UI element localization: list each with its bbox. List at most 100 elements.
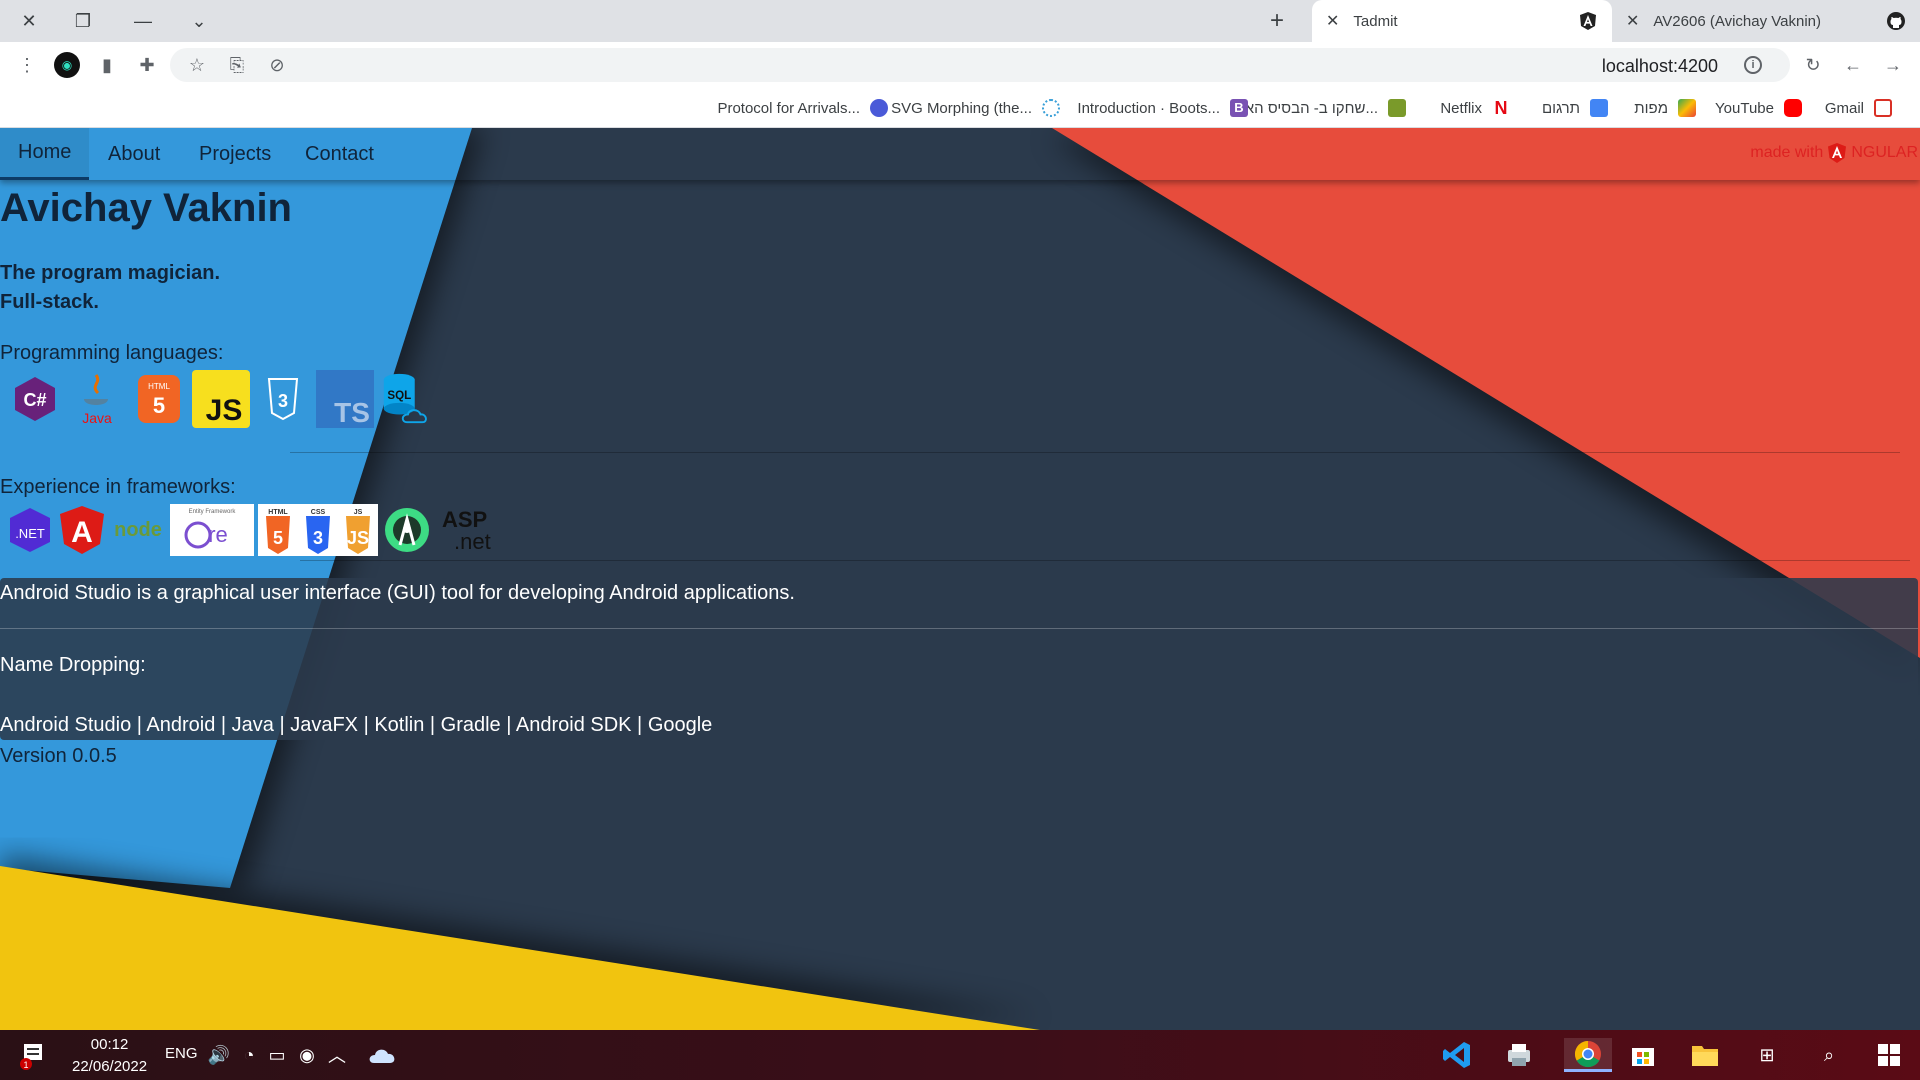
sql-icon: SQL <box>378 370 436 428</box>
vscode-icon[interactable] <box>1440 1038 1474 1072</box>
chrome-icon[interactable] <box>1564 1038 1612 1072</box>
frameworks-label: Experience in frameworks: <box>0 476 236 498</box>
bookmark-translate[interactable]: תרגום <box>1542 96 1608 120</box>
page-title: Avichay Vaknin <box>0 186 292 230</box>
bookmark-label: Netflix <box>1440 99 1482 117</box>
close-tab-icon[interactable]: ✕ <box>1626 11 1639 31</box>
minimize-window-icon[interactable]: — <box>128 6 158 36</box>
url-text[interactable]: localhost:4200 <box>1602 56 1718 77</box>
bootstrap-icon: B <box>1230 99 1248 117</box>
reload-icon[interactable]: ↻ <box>1800 52 1826 78</box>
tab-title: AV2606 (Avichay Vaknin) <box>1653 12 1821 30</box>
bookmark-label: שחקו ב- הבסיס הא... <box>1244 99 1378 117</box>
name-dropping-label: Name Dropping: <box>0 654 146 676</box>
printer-app-icon[interactable] <box>1502 1038 1536 1072</box>
site-info-icon[interactable]: i <box>1744 56 1762 74</box>
bookmark-label: Introduction · Boots... <box>1077 99 1220 117</box>
bookmark-game[interactable]: שחקו ב- הבסיס הא... <box>1245 96 1406 120</box>
angular-icon: A <box>58 504 106 556</box>
input-language[interactable]: ENG <box>165 1045 198 1062</box>
address-bar[interactable]: ☆ ⎘ ⊘ localhost:4200 i <box>170 48 1790 82</box>
bookmark-label: תרגום <box>1541 99 1580 117</box>
android-studio-icon <box>382 504 432 556</box>
nav-projects[interactable]: Projects <box>181 128 289 180</box>
bookmark-protocol[interactable]: Protocol for Arrivals... <box>717 96 888 120</box>
new-tab-plus-icon[interactable]: + <box>1270 7 1284 35</box>
svg-text:JS: JS <box>206 394 243 427</box>
nav-about[interactable]: About <box>90 128 178 180</box>
javascript-icon: JS <box>192 370 250 428</box>
browser-tab-bar: ✕ ❐ — ⌄ + ✕ Tadmit ✕ AV2606 (Avichay Vak… <box>0 0 1920 42</box>
close-window-icon[interactable]: ✕ <box>14 6 44 36</box>
microsoft-store-icon[interactable] <box>1626 1038 1660 1072</box>
framework-info-panel: Android Studio is a graphical user inter… <box>0 578 1918 740</box>
css3-icon: 3 <box>254 370 312 428</box>
tagline-primary: The program magician. <box>0 262 221 284</box>
tab-title: Tadmit <box>1353 12 1398 30</box>
section-divider <box>300 560 1910 561</box>
version-text: Version 0.0.5 <box>0 745 117 767</box>
dotnet-icon: .NET <box>6 504 54 556</box>
show-hidden-icons-chevron-icon[interactable]: ︿ <box>320 1038 354 1072</box>
web-page: Home About Projects Contact made with NG… <box>0 128 1920 1030</box>
youtube-icon <box>1784 99 1802 117</box>
name-dropping-list: Android Studio | Android | Java | JavaFX… <box>0 714 713 736</box>
onedrive-cloud-icon[interactable] <box>366 1038 400 1072</box>
bookmark-maps[interactable]: מפות <box>1634 96 1696 120</box>
bookmarks-bar: Gmail YouTube מפות תרגום Netflix N שחקו … <box>0 88 1920 128</box>
clock-date: 22/06/2022 <box>72 1058 148 1075</box>
windows-taskbar: 1 00:12 22/06/2022 ENG 🔊 ◔ ▭ ◉ ︿ ⊞ ⌕ <box>0 1030 1920 1080</box>
nav-contact[interactable]: Contact <box>287 128 392 180</box>
task-view-icon[interactable]: ⊞ <box>1750 1038 1784 1072</box>
restore-window-icon[interactable]: ❐ <box>68 6 98 36</box>
svg-text:node: node <box>114 519 162 541</box>
nav-home[interactable]: Home <box>0 128 90 180</box>
svg-text:C#: C# <box>23 390 46 410</box>
tab-search-chevron-icon[interactable]: ⌄ <box>184 6 214 36</box>
notification-center-icon[interactable]: 1 <box>16 1038 50 1072</box>
svg-text:JS: JS <box>347 528 369 548</box>
svg-text:CSS: CSS <box>311 509 326 516</box>
menu-kebab-icon[interactable]: ⋮ <box>14 52 40 78</box>
side-panel-icon[interactable]: ▮ <box>94 52 120 78</box>
share-icon[interactable]: ⎘ <box>224 52 250 78</box>
gmail-icon <box>1874 99 1892 117</box>
bookmark-bootstrap[interactable]: Introduction · Boots... B <box>1077 96 1248 120</box>
bookmark-label: מפות <box>1634 99 1668 117</box>
eye-hidden-icon[interactable]: ⊘ <box>264 52 290 78</box>
extensions-puzzle-icon[interactable]: ✚ <box>134 52 160 78</box>
svg-text:5: 5 <box>273 528 283 548</box>
system-clock[interactable]: 00:12 22/06/2022 <box>72 1034 147 1078</box>
github-icon <box>1887 12 1905 30</box>
back-arrow-icon[interactable]: → <box>1880 52 1906 78</box>
record-icon[interactable]: ◉ <box>290 1038 324 1072</box>
file-explorer-folder-icon[interactable] <box>1688 1038 1722 1072</box>
windows-start-icon[interactable] <box>1872 1038 1906 1072</box>
bookmark-svg-morphing[interactable]: SVG Morphing (the... <box>891 96 1060 120</box>
close-tab-icon[interactable]: ✕ <box>1326 11 1339 31</box>
svg-text:1: 1 <box>23 1060 28 1070</box>
bookmark-label: SVG Morphing (the... <box>891 99 1032 117</box>
volume-icon[interactable]: 🔊 <box>202 1038 236 1072</box>
svg-text:HTML: HTML <box>148 382 170 391</box>
bookmark-star-icon[interactable]: ☆ <box>184 52 210 78</box>
frameworks-icons: .NET A node Entity Framework re HTML 5 C… <box>6 504 498 556</box>
forward-arrow-icon[interactable]: ← <box>1840 52 1866 78</box>
netflix-icon: N <box>1492 99 1510 117</box>
bookmark-youtube[interactable]: YouTube <box>1715 96 1802 120</box>
svg-text:Java: Java <box>82 410 112 426</box>
tab-tadmit[interactable]: ✕ Tadmit <box>1312 0 1612 42</box>
languages-label: Programming languages: <box>0 342 224 364</box>
search-icon[interactable]: ⌕ <box>1812 1038 1846 1072</box>
clock-time: 00:12 <box>90 1036 129 1053</box>
svg-text:re: re <box>208 522 228 547</box>
svg-text:.net: .net <box>454 529 491 554</box>
battery-icon[interactable]: ▭ <box>260 1038 294 1072</box>
bookmark-gmail[interactable]: Gmail <box>1825 96 1892 120</box>
nodejs-icon: node <box>110 504 166 556</box>
svg-text:Entity Framework: Entity Framework <box>189 509 237 515</box>
bookmark-netflix[interactable]: Netflix N <box>1440 96 1510 120</box>
profile-avatar[interactable]: ◉ <box>54 52 80 78</box>
site-navbar: Home About Projects Contact made with NG… <box>0 128 1920 180</box>
tab-github[interactable]: ✕ AV2606 (Avichay Vaknin) <box>1612 0 1920 42</box>
